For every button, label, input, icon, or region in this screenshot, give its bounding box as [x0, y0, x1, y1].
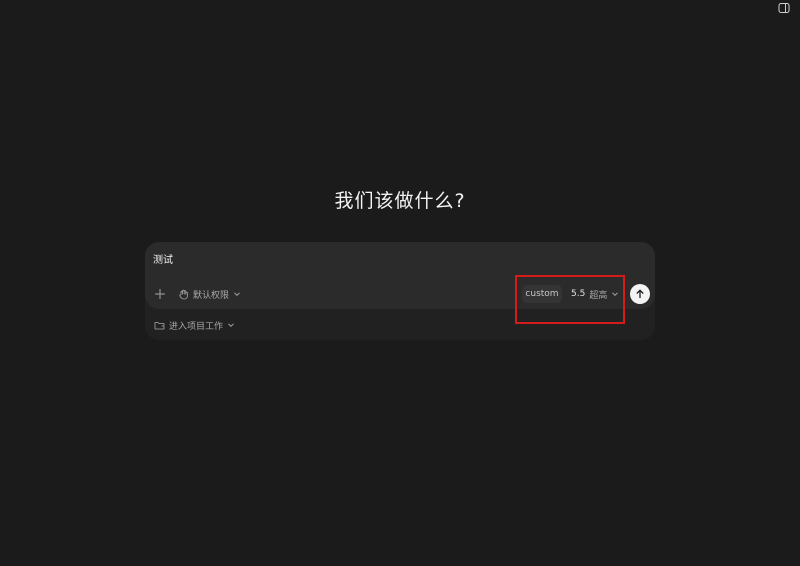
chevron-down-icon — [234, 292, 240, 297]
page-title: 我们该做什么? — [334, 190, 466, 212]
project-label: 进入项目工作 — [169, 321, 224, 332]
add-attachment-button[interactable] — [153, 287, 167, 301]
model-effort: 超高 — [589, 290, 608, 301]
project-dropdown[interactable]: 进入项目工作 — [154, 318, 235, 332]
folder-icon — [154, 321, 165, 329]
model-version: 5.5 — [571, 289, 586, 299]
permission-dropdown[interactable]: 默认权限 — [178, 287, 241, 301]
hand-icon — [179, 289, 188, 299]
panel-toggle-icon[interactable] — [778, 2, 790, 14]
plus-icon — [155, 289, 165, 299]
model-selector[interactable]: 5.5 超高 — [571, 287, 619, 301]
chevron-down-icon — [228, 323, 234, 328]
app-window: 我们该做什么? 测试 默认权限 custom 5.5 超高 进入项目工作 — [0, 0, 800, 566]
permission-label: 默认权限 — [193, 290, 230, 301]
send-button[interactable] — [630, 284, 650, 304]
prompt-input[interactable]: 测试 — [153, 251, 173, 266]
arrow-up-icon — [636, 289, 644, 298]
chevron-down-icon — [612, 292, 619, 297]
custom-tag[interactable]: custom — [522, 285, 562, 303]
